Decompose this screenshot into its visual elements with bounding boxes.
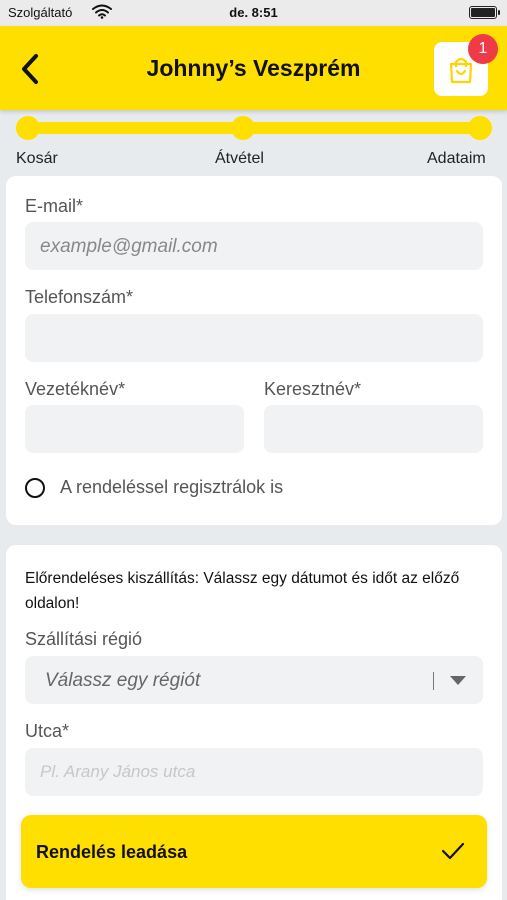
register-radio-label: A rendeléssel regisztrálok is — [60, 477, 284, 497]
place-order-label: Rendelés leadása — [36, 842, 188, 862]
preorder-notice: Előrendeléses kiszállítás: Válassz egy d… — [25, 570, 460, 612]
step-label-pickup: Átvétel — [215, 150, 264, 167]
dropdown-arrow-icon — [450, 676, 466, 685]
shopping-bag-icon — [449, 57, 473, 84]
battery-icon — [469, 6, 500, 19]
checkout-stepper: Kosár Átvétel Adataim — [0, 110, 507, 172]
lastname-label: Vezetéknév* — [25, 379, 126, 399]
email-label: E-mail* — [25, 196, 84, 216]
status-bar: Szolgáltató de. 8:51 — [0, 0, 507, 26]
place-order-button[interactable]: Rendelés leadása — [21, 815, 487, 888]
region-select[interactable]: Válassz egy régiót — [25, 656, 483, 704]
step-label-details: Adataim — [427, 150, 486, 167]
firstname-input[interactable] — [264, 405, 483, 453]
step-label-cart: Kosár — [16, 150, 58, 167]
clock: de. 8:51 — [229, 5, 278, 20]
checkmark-icon — [441, 842, 465, 860]
street-label: Utca* — [25, 721, 70, 741]
street-input[interactable]: Pl. Arany János utca — [25, 748, 483, 796]
email-input[interactable]: example@gmail.com — [25, 222, 483, 270]
firstname-label: Keresztnév* — [264, 379, 362, 399]
step-dot-pickup — [231, 116, 255, 140]
step-dot-cart — [16, 116, 40, 140]
page-title: Johnny’s Veszprém — [146, 55, 361, 81]
personal-data-card: E-mail* example@gmail.com Telefonszám* V… — [6, 176, 502, 525]
region-label: Szállítási régió — [25, 629, 143, 649]
register-radio[interactable] — [25, 478, 45, 498]
region-select-value: Válassz egy régiót — [45, 670, 201, 691]
phone-label: Telefonszám* — [25, 287, 134, 307]
lastname-input[interactable] — [25, 405, 244, 453]
phone-input[interactable] — [25, 314, 483, 362]
step-dot-details — [468, 116, 492, 140]
app-header: Johnny’s Veszprém — [0, 26, 507, 110]
cart-count-badge: 1 — [468, 34, 498, 64]
select-separator — [433, 672, 434, 690]
